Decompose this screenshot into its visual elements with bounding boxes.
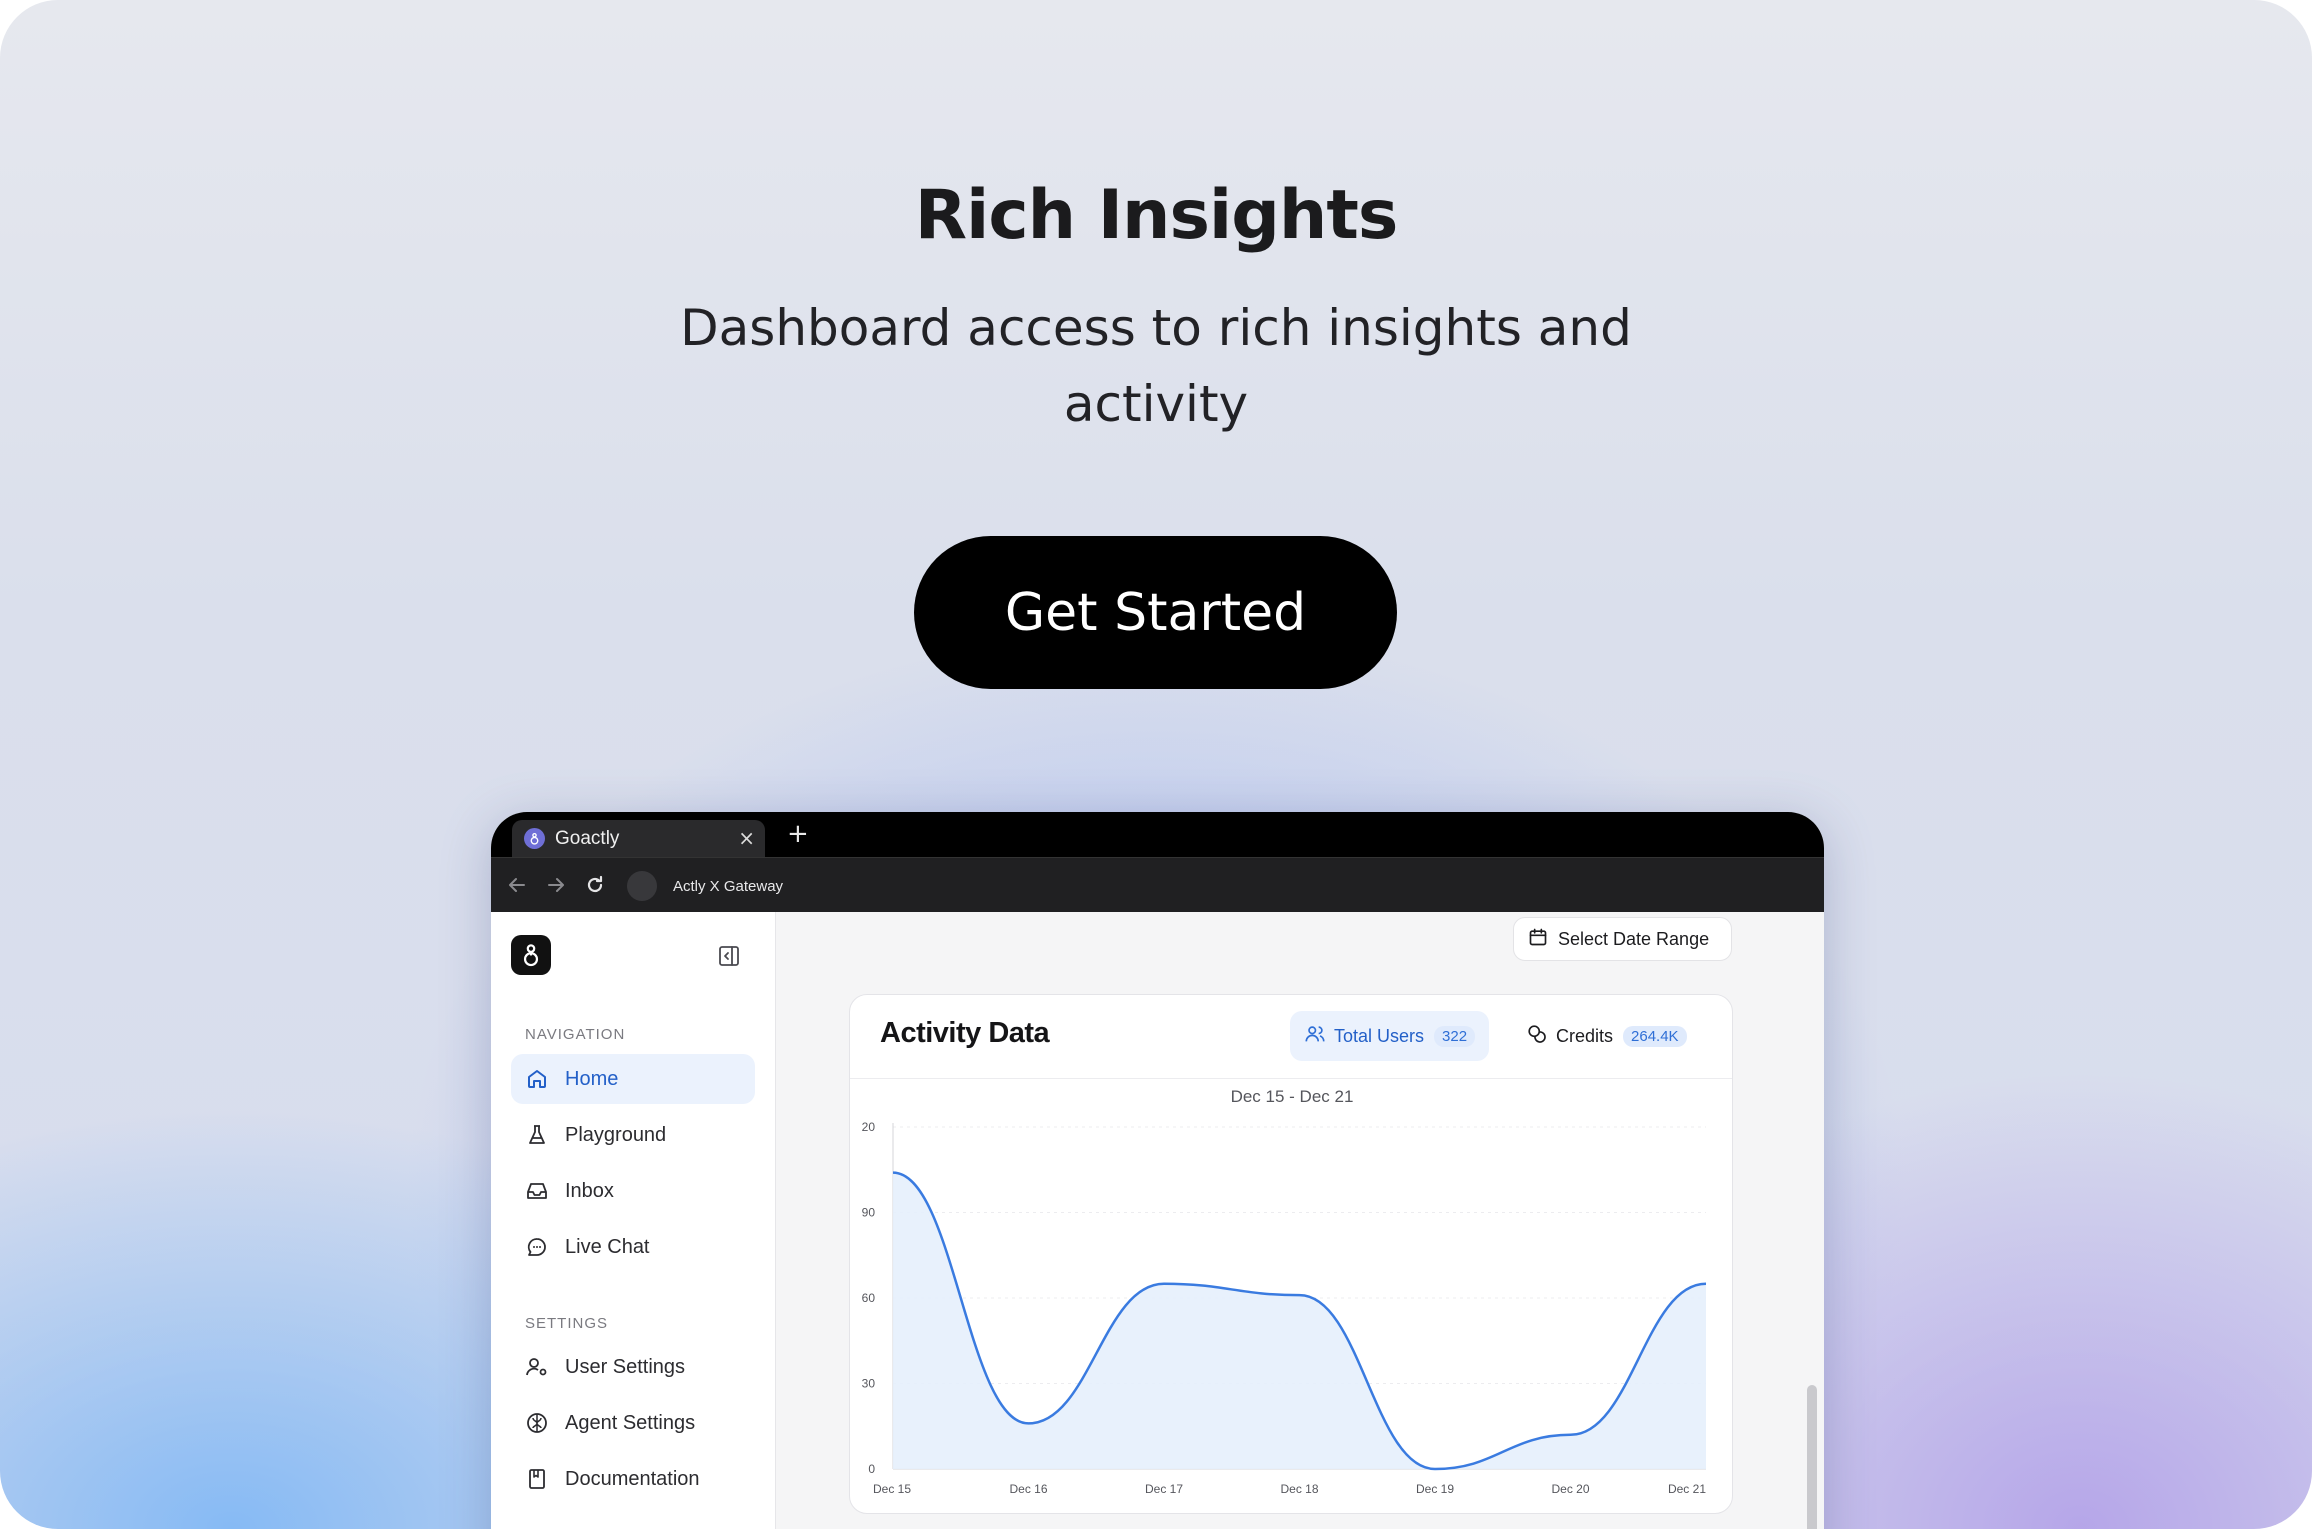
book-icon <box>525 1467 549 1491</box>
app-logo[interactable] <box>511 935 551 975</box>
navigation-section-label: NAVIGATION <box>525 1026 626 1043</box>
new-tab-icon[interactable]: + <box>787 819 809 849</box>
url-text: Actly X Gateway <box>673 877 784 895</box>
sidebar-item-label: Agent Settings <box>565 1411 696 1434</box>
scrollbar-thumb[interactable] <box>1807 1385 1817 1529</box>
favicon-icon <box>524 828 545 849</box>
y-tick-label: 0 <box>868 1462 875 1476</box>
close-tab-icon[interactable]: × <box>738 824 755 852</box>
back-arrow-icon[interactable] <box>505 873 529 897</box>
date-range-label: Select Date Range <box>1558 928 1710 949</box>
y-tick-label: 20 <box>862 1120 876 1134</box>
sidebar-item-label: Home <box>565 1067 619 1090</box>
collapse-sidebar-icon[interactable] <box>717 944 741 968</box>
address-bar: Actly X Gateway <box>491 857 1824 912</box>
activity-chart: 0 30 60 90 20 Dec 15 Dec 16 Dec 17 Dec 18 Dec 19 D… <box>862 1120 1707 1496</box>
y-tick-label: 60 <box>862 1291 876 1305</box>
sidebar-item-label: User Settings <box>565 1355 686 1378</box>
sidebar-item-inbox[interactable]: Inbox <box>511 1166 755 1216</box>
browser-tab[interactable]: Goactly × <box>512 820 765 857</box>
sidebar-item-playground[interactable]: Playground <box>511 1110 755 1160</box>
home-icon <box>525 1067 549 1091</box>
sidebar-item-label: Inbox <box>565 1179 614 1202</box>
url-field[interactable]: Actly X Gateway <box>627 866 1817 906</box>
sidebar-item-agent-settings[interactable]: Agent Settings <box>511 1398 755 1448</box>
brain-icon <box>525 1411 549 1435</box>
x-tick-label: Dec 17 <box>1145 1482 1183 1496</box>
activity-chart-card: Activity Data Total Users 322 Credits 26… <box>849 994 1733 1514</box>
y-tick-label: 30 <box>862 1377 876 1391</box>
sidebar: NAVIGATION Home Playground Inbox Live Ch… <box>491 912 776 1529</box>
settings-section-label: SETTINGS <box>525 1315 609 1332</box>
tab-title: Goactly <box>555 827 620 849</box>
series-area <box>893 1172 1706 1469</box>
app-content: NAVIGATION Home Playground Inbox Live Ch… <box>491 912 1824 1529</box>
hero-title: Rich Insights <box>914 176 1399 255</box>
tab-bar: Goactly × + <box>491 812 1824 857</box>
chat-icon <box>525 1235 549 1259</box>
sidebar-item-live-chat[interactable]: Live Chat <box>511 1222 755 1272</box>
user-settings-icon <box>525 1355 549 1379</box>
x-tick-label: Dec 16 <box>1009 1482 1047 1496</box>
hero-subtitle: Dashboard access to rich insights and ac… <box>680 299 1632 433</box>
x-tick-label: Dec 15 <box>873 1482 911 1496</box>
x-tick-label: Dec 21 <box>1668 1482 1706 1496</box>
select-date-range-button[interactable]: Select Date Range <box>1513 917 1732 961</box>
get-started-button[interactable]: Get Started <box>914 536 1397 689</box>
sidebar-item-label: Live Chat <box>565 1235 650 1258</box>
hero-card: Rich Insights Dashboard access to rich i… <box>0 0 2312 1529</box>
sidebar-item-documentation[interactable]: Documentation <box>511 1454 755 1504</box>
sidebar-item-label: Documentation <box>565 1467 700 1490</box>
site-info-icon[interactable] <box>627 871 657 901</box>
browser-window: Goactly × + Actly X Gateway NAVIGATION H… <box>491 812 1824 1529</box>
x-tick-label: Dec 20 <box>1551 1482 1589 1496</box>
inbox-icon <box>525 1179 549 1203</box>
x-tick-label: Dec 18 <box>1280 1482 1318 1496</box>
flask-icon <box>525 1123 549 1147</box>
sidebar-item-label: Playground <box>565 1123 667 1146</box>
y-tick-label: 90 <box>862 1206 876 1220</box>
x-tick-label: Dec 19 <box>1416 1482 1454 1496</box>
sidebar-item-user-settings[interactable]: User Settings <box>511 1342 755 1392</box>
forward-arrow-icon[interactable] <box>544 873 568 897</box>
calendar-icon <box>1528 927 1548 951</box>
sidebar-item-home[interactable]: Home <box>511 1054 755 1104</box>
reload-icon[interactable] <box>583 873 607 897</box>
